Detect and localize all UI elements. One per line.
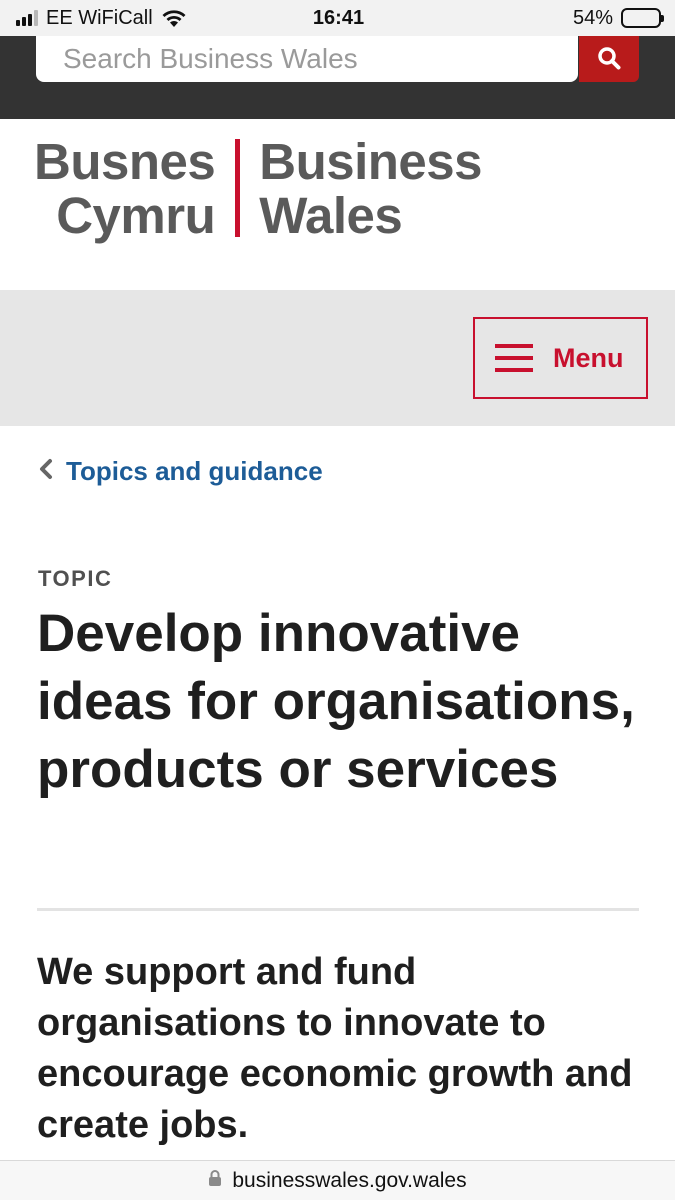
menu-label: Menu — [553, 342, 624, 373]
search-header — [0, 36, 675, 119]
logo-divider — [235, 139, 241, 237]
chevron-left-icon — [38, 457, 54, 486]
wifi-icon — [161, 8, 187, 28]
logo-english-line2: Wales — [259, 187, 403, 244]
browser-url-bar[interactable]: businesswales.gov.wales — [0, 1160, 675, 1200]
carrier-name: EE WiFiCall — [46, 6, 153, 29]
lead-paragraph: We support and fund organisations to inn… — [37, 951, 633, 1146]
status-right: 54% — [421, 6, 664, 30]
battery-percent: 54% — [572, 6, 613, 29]
page-title: Develop innovative ideas for organisatio… — [37, 604, 635, 799]
url-text: businesswales.gov.wales — [232, 1168, 467, 1192]
search-button[interactable] — [579, 36, 639, 82]
topic-eyebrow: TOPIC — [38, 566, 113, 591]
breadcrumb-label: Topics and guidance — [66, 456, 323, 486]
status-bar: EE WiFiCall 16:41 54% — [0, 0, 675, 36]
logo-welsh-line1: Busnes — [34, 133, 216, 190]
lock-icon — [208, 1169, 222, 1193]
logo-welsh: Busnes Cymru — [34, 133, 216, 244]
logo-area: Busnes Cymru Business Wales — [0, 119, 675, 290]
menu-band: Menu — [0, 290, 675, 426]
signal-icon — [16, 10, 38, 26]
search-icon — [597, 46, 621, 73]
menu-button[interactable]: Menu — [473, 317, 648, 399]
logo-english: Business Wales — [259, 135, 482, 243]
search-input[interactable] — [36, 36, 578, 82]
breadcrumb-back-link[interactable]: Topics and guidance — [38, 456, 323, 487]
divider — [37, 908, 639, 911]
status-time: 16:41 — [312, 6, 365, 29]
battery-icon — [621, 8, 664, 28]
hamburger-icon — [495, 344, 533, 372]
logo-welsh-line2: Cymru — [56, 187, 216, 244]
logo-english-line1: Business — [259, 133, 482, 190]
status-left: EE WiFiCall — [16, 7, 256, 30]
site-logo[interactable]: Busnes Cymru Business Wales — [34, 135, 482, 243]
